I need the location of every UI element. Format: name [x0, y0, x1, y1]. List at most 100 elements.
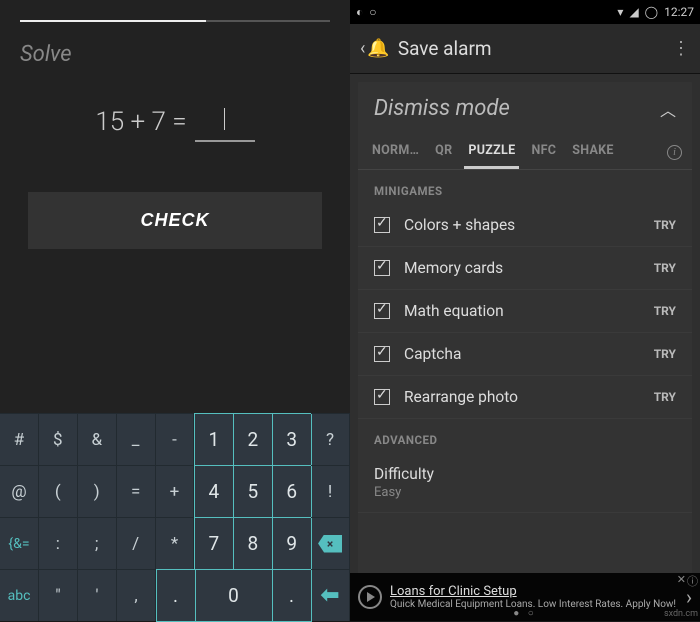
key-comma[interactable]: , — [117, 569, 156, 621]
key-amp[interactable]: & — [78, 413, 117, 465]
ad-title: Loans for Clinic Setup — [390, 584, 680, 599]
tab-shake[interactable]: SHAKE — [568, 135, 618, 169]
clock-text: 12:27 — [664, 5, 694, 19]
overflow-icon[interactable]: ⋮ — [672, 38, 690, 59]
signal-icon: ◢ — [629, 5, 638, 19]
checkbox-icon[interactable] — [374, 260, 390, 276]
key-underscore[interactable]: _ — [117, 413, 156, 465]
back-icon[interactable]: ‹ — [360, 38, 365, 59]
podcast-icon: ◐ — [356, 5, 363, 19]
key-minus[interactable]: - — [156, 413, 195, 465]
try-button[interactable]: TRY — [654, 261, 676, 275]
key-7[interactable]: 7 — [194, 517, 234, 570]
key-4[interactable]: 4 — [194, 465, 234, 518]
key-slash[interactable]: / — [117, 517, 156, 569]
key-hash[interactable]: # — [0, 413, 39, 465]
key-dollar[interactable]: $ — [39, 413, 78, 465]
watermark: sxdn.cm — [664, 609, 698, 619]
try-button[interactable]: TRY — [654, 347, 676, 361]
key-9[interactable]: 9 — [272, 517, 312, 570]
chevron-up-icon: ︿ — [660, 97, 676, 121]
tab-normal[interactable]: NORM… — [368, 135, 423, 169]
equation-row: 15 + 7 = — [15, 107, 335, 142]
tab-nfc[interactable]: NFC — [527, 135, 560, 169]
title-bar: ‹ 🔔 Save alarm ⋮ — [350, 24, 700, 74]
key-numperiod[interactable]: . — [272, 569, 312, 622]
solve-label: Solve — [20, 42, 335, 67]
ad-banner[interactable]: ✕ ⓘ Loans for Clinic Setup Quick Medical… — [350, 573, 700, 621]
key-abc[interactable]: abc — [0, 569, 39, 621]
key-backspace[interactable]: × — [311, 517, 350, 569]
info-icon[interactable]: i — [667, 145, 682, 160]
tab-qr[interactable]: QR — [431, 135, 456, 169]
minigame-label: Memory cards — [404, 259, 654, 277]
dismiss-mode-card: Dismiss mode ︿ NORM… QR PUZZLE NFC SHAKE… — [358, 82, 692, 621]
key-1[interactable]: 1 — [194, 413, 234, 466]
key-0[interactable]: 0 — [195, 569, 273, 622]
circle-icon: ○ — [369, 5, 376, 19]
try-button[interactable]: TRY — [654, 218, 676, 232]
key-period[interactable]: . — [156, 569, 196, 622]
backspace-icon: × — [318, 535, 342, 553]
wifi-icon: ▾ — [617, 5, 623, 19]
key-5[interactable]: 5 — [233, 465, 273, 518]
checkbox-icon[interactable] — [374, 389, 390, 405]
key-dquote[interactable]: " — [39, 569, 78, 621]
minigame-row[interactable]: Captcha TRY — [358, 333, 692, 376]
checkbox-icon[interactable] — [374, 346, 390, 362]
minigame-row[interactable]: Math equation TRY — [358, 290, 692, 333]
progress-bar — [20, 20, 330, 22]
ad-indicator: ● ○ — [513, 608, 537, 619]
minigame-row[interactable]: Colors + shapes TRY — [358, 204, 692, 247]
battery-icon: ◯ — [645, 5, 658, 19]
enter-icon: ⬅ — [321, 583, 339, 608]
checkbox-icon[interactable] — [374, 217, 390, 233]
key-colon[interactable]: : — [39, 517, 78, 569]
ad-play-icon[interactable] — [358, 585, 382, 609]
alarm-icon: 🔔 — [367, 38, 389, 59]
ad-text: Loans for Clinic Setup Quick Medical Equ… — [390, 584, 680, 610]
difficulty-row[interactable]: Difficulty Easy — [358, 453, 692, 513]
card-header[interactable]: Dismiss mode ︿ — [358, 82, 692, 135]
ad-close-icon[interactable]: ✕ — [677, 573, 686, 586]
key-enter[interactable]: ⬅ — [311, 569, 350, 621]
minigames-header: MINIGAMES — [358, 170, 692, 204]
minigame-row[interactable]: Rearrange photo TRY — [358, 376, 692, 419]
key-semicolon[interactable]: ; — [78, 517, 117, 569]
difficulty-label: Difficulty — [374, 465, 434, 483]
minigame-label: Colors + shapes — [404, 216, 654, 234]
key-6[interactable]: 6 — [272, 465, 312, 518]
content-area: Dismiss mode ︿ NORM… QR PUZZLE NFC SHAKE… — [350, 74, 700, 621]
minigame-label: Math equation — [404, 302, 654, 320]
keyboard: # $ & _ - 1 2 3 ? @ ( ) = + 4 5 6 ! {&= … — [0, 413, 350, 621]
ad-info-icon[interactable]: ⓘ — [687, 573, 698, 589]
key-plus[interactable]: + — [156, 465, 195, 517]
try-button[interactable]: TRY — [654, 304, 676, 318]
math-puzzle-pane: Solve 15 + 7 = CHECK # $ & _ - 1 2 3 ? @… — [0, 0, 350, 621]
checkbox-icon[interactable] — [374, 303, 390, 319]
mode-tabs: NORM… QR PUZZLE NFC SHAKE i — [358, 135, 692, 170]
key-rparen[interactable]: ) — [78, 465, 117, 517]
key-symbols[interactable]: {&= — [0, 517, 39, 569]
difficulty-value: Easy — [374, 485, 401, 500]
card-heading: Dismiss mode — [374, 96, 660, 121]
minigame-label: Captcha — [404, 345, 654, 363]
key-squote[interactable]: ' — [78, 569, 117, 621]
try-button[interactable]: TRY — [654, 390, 676, 404]
page-title: Save alarm — [398, 37, 672, 60]
advanced-header: ADVANCED — [358, 419, 692, 453]
equation-text: 15 + 7 = — [95, 107, 186, 137]
key-at[interactable]: @ — [0, 465, 39, 517]
key-2[interactable]: 2 — [233, 413, 273, 466]
key-bang[interactable]: ! — [311, 465, 350, 517]
tab-puzzle[interactable]: PUZZLE — [464, 135, 519, 169]
key-question[interactable]: ? — [311, 413, 350, 465]
check-button[interactable]: CHECK — [28, 192, 322, 249]
key-3[interactable]: 3 — [272, 413, 312, 466]
minigame-row[interactable]: Memory cards TRY — [358, 247, 692, 290]
key-star[interactable]: * — [156, 517, 195, 569]
answer-input[interactable] — [195, 108, 255, 142]
key-equals[interactable]: = — [117, 465, 156, 517]
key-lparen[interactable]: ( — [39, 465, 78, 517]
key-8[interactable]: 8 — [233, 517, 273, 570]
